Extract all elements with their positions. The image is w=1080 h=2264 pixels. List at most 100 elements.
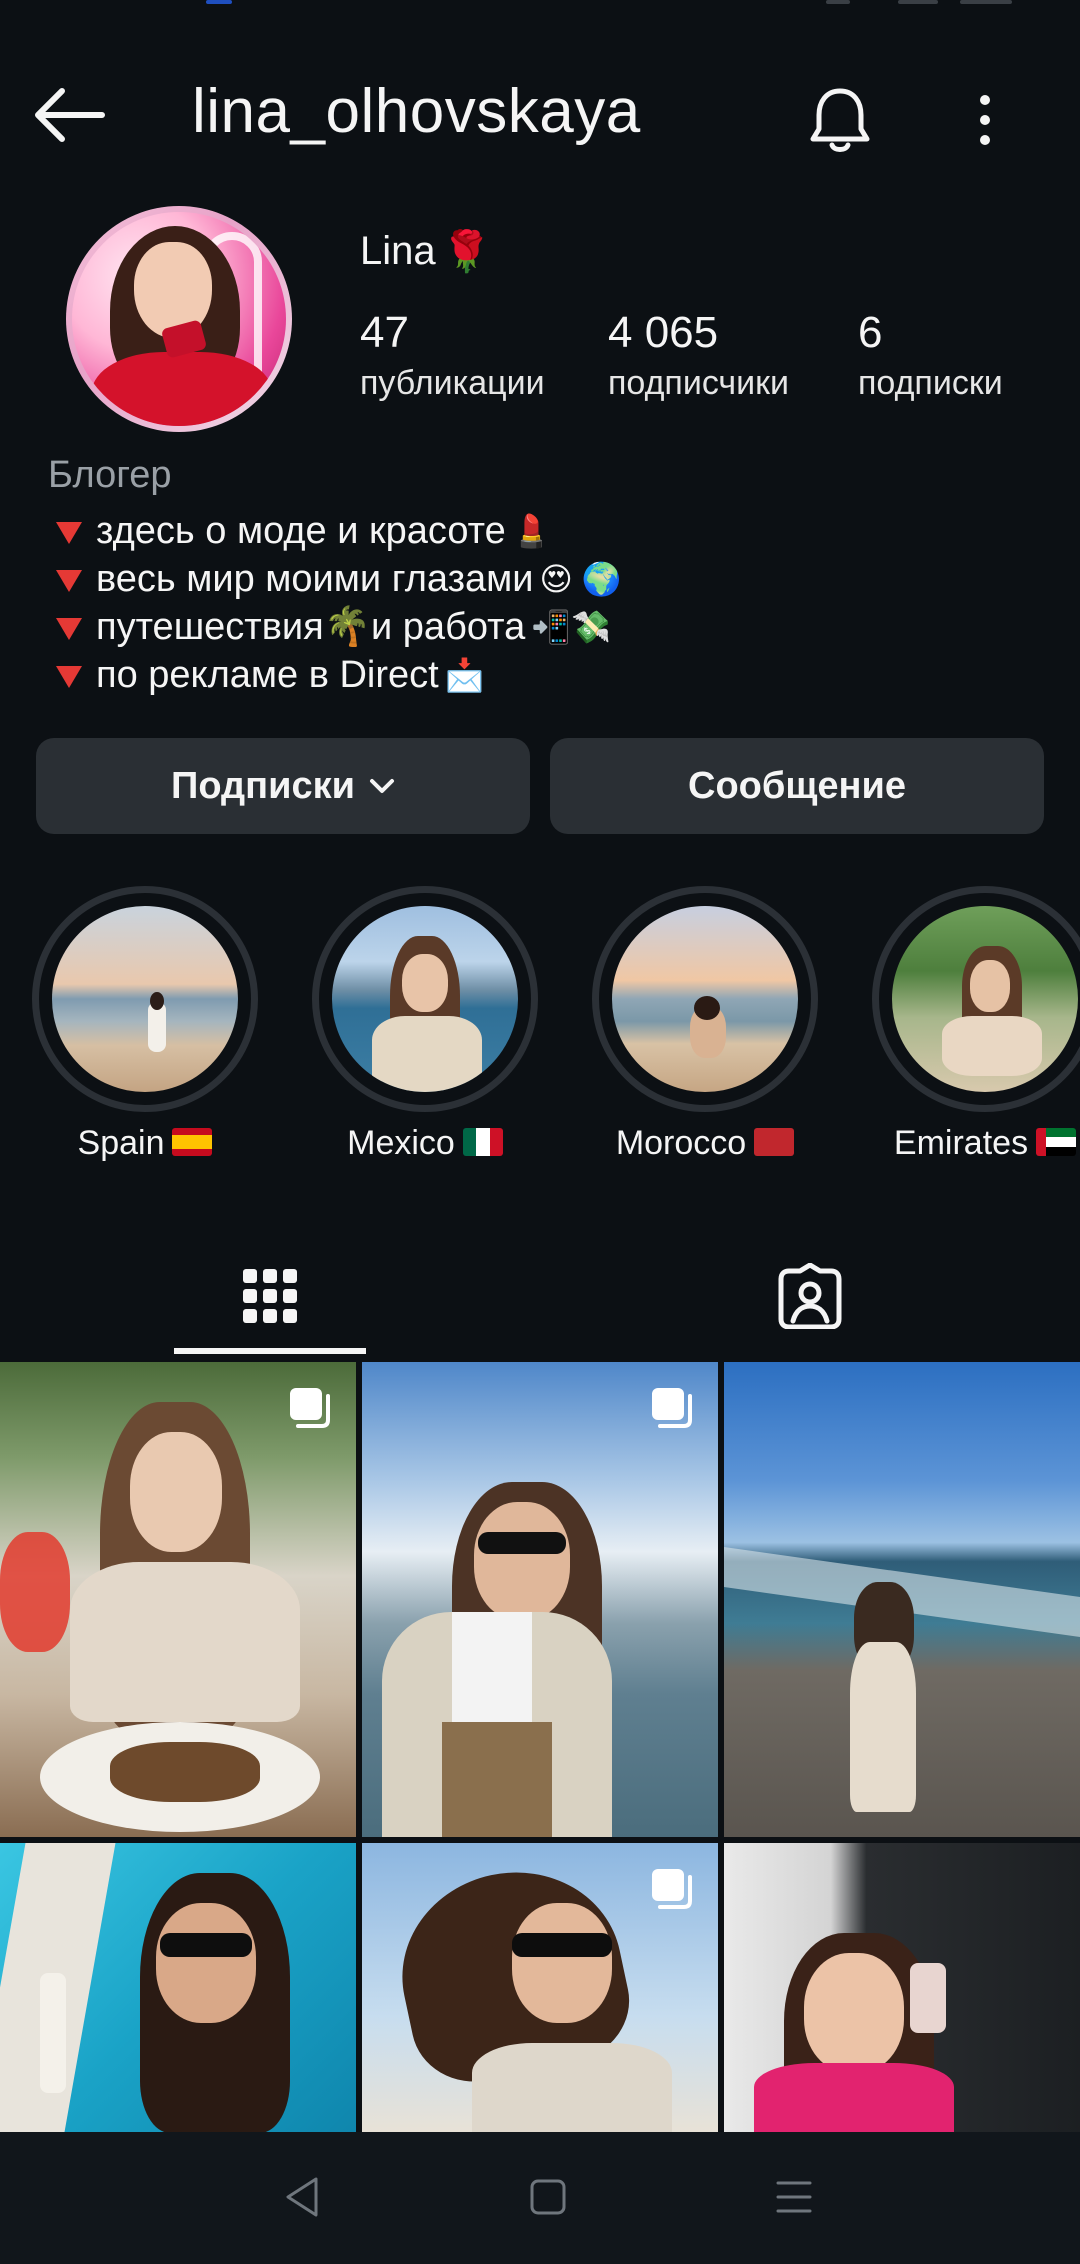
bio-line: весь мир моими глазами 😍 🌍 <box>48 555 1048 603</box>
kebab-menu-icon <box>980 95 990 145</box>
following-button-label: Подписки <box>171 764 355 807</box>
nav-home-button[interactable] <box>508 2162 588 2232</box>
bio-line: путешествия🌴и работа 📲💸 <box>48 603 1048 651</box>
envelope-emoji: 📩 <box>444 657 485 693</box>
page-title-username: lina_olhovskaya <box>192 77 641 146</box>
posts-count: 47 <box>360 308 409 357</box>
mexico-flag-icon <box>462 1128 503 1157</box>
heart-eyes-globe-emoji: 😍 🌍 <box>539 561 622 597</box>
back-button[interactable] <box>30 80 110 150</box>
posts-label: публикации <box>360 364 545 402</box>
red-triangle-icon <box>56 522 82 544</box>
post-thumbnail[interactable] <box>362 1362 718 1837</box>
avatar-image <box>72 212 286 426</box>
bio-line-text: путешествия🌴и работа <box>96 606 526 648</box>
story-highlights: Spain Mexico Morocco Emirates <box>0 886 1080 1176</box>
wifi-icon <box>898 0 938 4</box>
nav-recents-button[interactable] <box>754 2162 834 2232</box>
menu-lines-icon <box>776 2181 812 2213</box>
highlight-cover-image <box>892 906 1078 1092</box>
back-arrow-icon <box>35 88 105 142</box>
bio-line-text: по рекламе в Direct <box>96 654 439 696</box>
battery-icon <box>960 0 1012 4</box>
phone-money-emoji: 📲💸 <box>531 609 611 645</box>
grid-icon <box>243 1269 297 1323</box>
highlight-label: Morocco <box>592 1124 818 1163</box>
message-button-label: Сообщение <box>688 764 906 807</box>
stat-following[interactable]: 6 подписки <box>858 308 1003 403</box>
profile-tabs <box>0 1236 1080 1356</box>
highlight-cover-image <box>332 906 518 1092</box>
following-count: 6 <box>858 308 883 357</box>
spain-flag-icon <box>172 1128 213 1157</box>
highlight-label-text: Mexico <box>347 1124 455 1162</box>
post-thumbnail[interactable] <box>0 1362 356 1837</box>
morocco-flag-icon <box>754 1128 795 1157</box>
system-navigation-bar <box>0 2132 1080 2264</box>
display-name-text: Lina <box>360 229 436 273</box>
following-button[interactable]: Подписки <box>36 738 530 834</box>
bio-line-text: весь мир моими глазами <box>96 558 534 600</box>
posts-grid <box>0 1362 1080 2132</box>
highlight-ring <box>592 886 818 1112</box>
tab-tagged[interactable] <box>714 1236 906 1356</box>
highlight-ring <box>312 886 538 1112</box>
profile-actions: Подписки Сообщение <box>36 738 1044 834</box>
bio-line: по рекламе в Direct 📩 <box>48 651 1048 699</box>
notifications-button[interactable] <box>800 80 880 160</box>
uae-flag-icon <box>1036 1128 1077 1157</box>
stat-posts[interactable]: 47 публикации <box>360 308 545 403</box>
post-thumbnail[interactable] <box>724 1843 1080 2132</box>
profile-stats: 47 публикации 4 065 подписчики 6 подписк… <box>360 308 1060 418</box>
followers-label: подписчики <box>608 364 790 402</box>
status-indicator <box>206 0 232 4</box>
highlight-ring <box>872 886 1080 1112</box>
highlight-emirates[interactable]: Emirates <box>872 886 1080 1163</box>
highlight-spain[interactable]: Spain <box>32 886 258 1163</box>
multiple-posts-icon <box>652 1388 692 1428</box>
profile-bio: Блогер здесь о моде и красоте 💄 весь мир… <box>48 454 1048 699</box>
red-triangle-icon <box>56 570 82 592</box>
stat-followers[interactable]: 4 065 подписчики <box>608 308 789 403</box>
nav-back-button[interactable] <box>262 2162 342 2232</box>
display-name: Lina 🌹 <box>360 228 491 275</box>
post-thumbnail[interactable] <box>362 1843 718 2132</box>
rose-emoji: 🌹 <box>441 230 492 274</box>
lipstick-emoji: 💄 <box>511 513 552 549</box>
red-triangle-icon <box>56 618 82 640</box>
square-home-icon <box>530 2179 566 2215</box>
tab-posts-grid[interactable] <box>174 1236 366 1356</box>
triangle-back-icon <box>286 2177 318 2217</box>
status-bar <box>0 0 1080 14</box>
more-options-button[interactable] <box>950 80 1020 160</box>
multiple-posts-icon <box>652 1869 692 1909</box>
chevron-down-icon <box>369 779 394 793</box>
highlight-label-text: Emirates <box>893 1124 1029 1162</box>
followers-count: 4 065 <box>608 308 719 357</box>
red-triangle-icon <box>56 666 82 688</box>
multiple-posts-icon <box>290 1388 330 1428</box>
bell-icon <box>810 88 870 152</box>
signal-icon <box>826 0 850 4</box>
highlight-mexico[interactable]: Mexico <box>312 886 538 1163</box>
post-thumbnail[interactable] <box>0 1843 356 2132</box>
following-label: подписки <box>858 364 1003 402</box>
bio-line-text: здесь о моде и красоте <box>96 510 506 552</box>
tagged-person-icon <box>778 1263 842 1329</box>
highlight-label: Mexico <box>312 1124 538 1163</box>
active-tab-indicator <box>174 1348 366 1354</box>
highlight-label-text: Spain <box>77 1124 165 1162</box>
message-button[interactable]: Сообщение <box>550 738 1044 834</box>
profile-header: lina_olhovskaya <box>0 60 1080 170</box>
highlight-label: Spain <box>32 1124 258 1163</box>
highlight-cover-image <box>612 906 798 1092</box>
highlight-cover-image <box>52 906 238 1092</box>
highlight-label: Emirates <box>872 1124 1080 1163</box>
profile-avatar[interactable] <box>66 206 292 432</box>
highlight-morocco[interactable]: Morocco <box>592 886 818 1163</box>
bio-line: здесь о моде и красоте 💄 <box>48 507 1048 555</box>
bio-category: Блогер <box>48 454 172 496</box>
highlight-label-text: Morocco <box>615 1124 747 1162</box>
highlight-ring <box>32 886 258 1112</box>
post-thumbnail[interactable] <box>724 1362 1080 1837</box>
